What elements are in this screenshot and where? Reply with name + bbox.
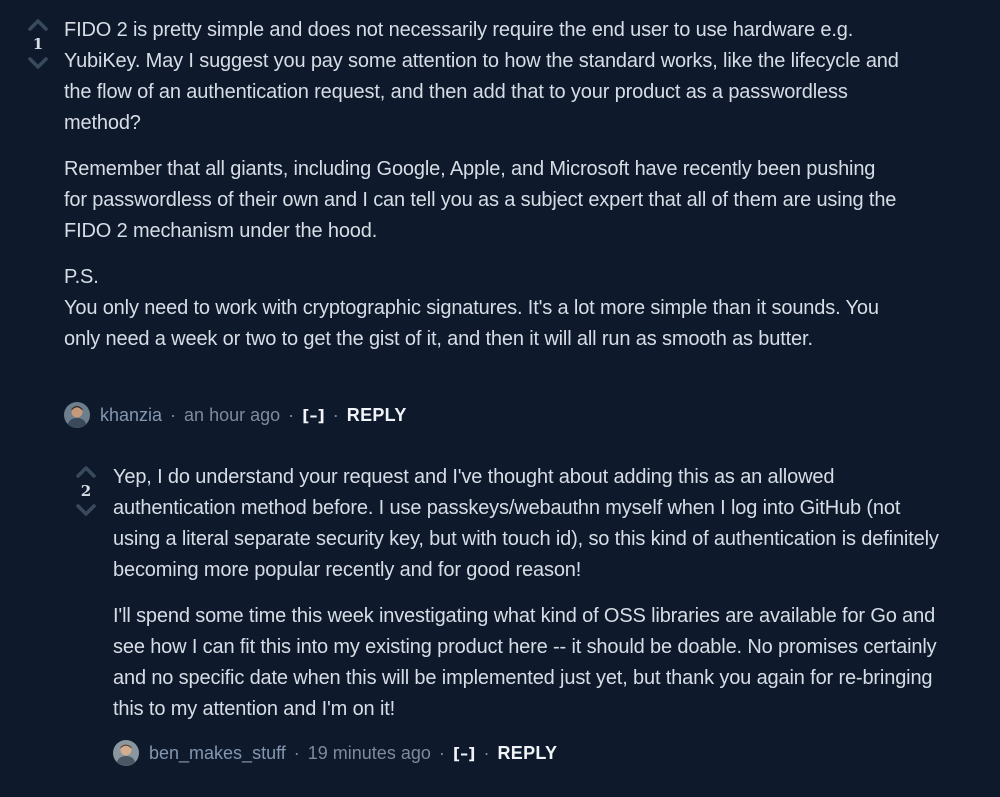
separator-dot: · (483, 742, 490, 763)
vote-count: 2 (80, 482, 92, 500)
timestamp[interactable]: 19 minutes ago (308, 743, 431, 764)
vote-controls: 1 (24, 18, 52, 70)
comment-meta: khanzia · an hour ago · [–] · REPLY (64, 402, 407, 428)
author-name[interactable]: khanzia (100, 405, 162, 426)
timestamp[interactable]: an hour ago (184, 405, 280, 426)
comment-paragraph: Yep, I do understand your request and I'… (113, 466, 939, 581)
avatar[interactable] (64, 402, 90, 428)
comment-paragraph: I'll spend some time this week investiga… (113, 605, 937, 720)
vote-controls: 2 (72, 465, 100, 517)
separator-dot: · (332, 404, 339, 425)
upvote-icon[interactable] (27, 18, 49, 32)
author-name[interactable]: ben_makes_stuff (149, 743, 286, 764)
separator-dot: · (438, 742, 445, 763)
comment-paragraph: FIDO 2 is pretty simple and does not nec… (64, 19, 899, 134)
upvote-icon[interactable] (75, 465, 97, 479)
comment: 1 FIDO 2 is pretty simple and does not n… (0, 0, 1000, 440)
comment-body: FIDO 2 is pretty simple and does not nec… (64, 15, 899, 370)
separator-dot: · (170, 404, 177, 425)
collapse-button[interactable]: [–] (302, 406, 325, 425)
comment-meta: ben_makes_stuff · 19 minutes ago · [–] ·… (113, 740, 557, 766)
comment-body: Yep, I do understand your request and I'… (113, 462, 943, 740)
separator-dot: · (293, 742, 300, 763)
comment-paragraph: P.S. You only need to work with cryptogr… (64, 266, 879, 350)
reply-comment: 2 Yep, I do understand your request and … (0, 440, 1000, 797)
avatar[interactable] (113, 740, 139, 766)
reply-button[interactable]: REPLY (347, 405, 407, 426)
reply-button[interactable]: REPLY (497, 743, 557, 764)
downvote-icon[interactable] (75, 503, 97, 517)
comment-paragraph: Remember that all giants, including Goog… (64, 158, 897, 242)
downvote-icon[interactable] (27, 56, 49, 70)
vote-count: 1 (32, 35, 44, 53)
collapse-button[interactable]: [–] (453, 744, 476, 763)
separator-dot: · (288, 404, 295, 425)
